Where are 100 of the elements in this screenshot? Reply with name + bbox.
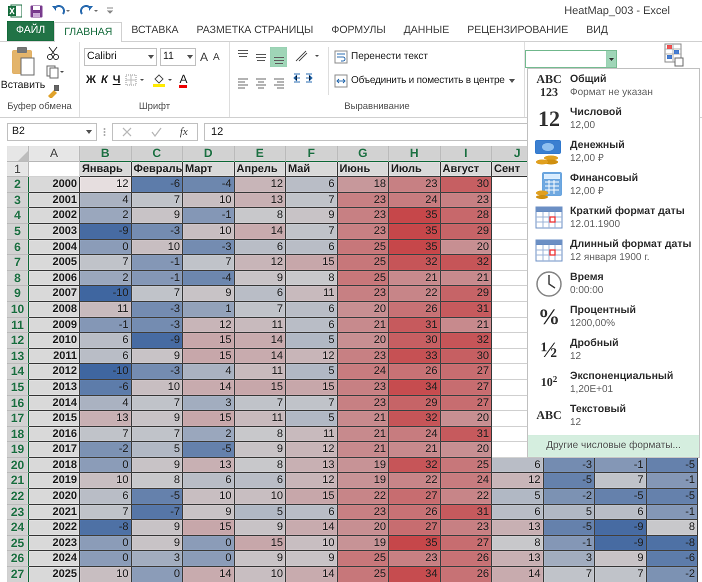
value-cell: 7 <box>234 396 286 412</box>
value-cell: 15 <box>183 348 234 364</box>
value-cell: -5 <box>544 473 595 490</box>
column-header[interactable]: E <box>234 146 286 162</box>
format-example: Формат не указан <box>570 86 653 100</box>
fill-color-icon[interactable] <box>152 73 174 88</box>
value-cell: 6 <box>80 348 132 364</box>
column-header[interactable]: I <box>440 146 492 162</box>
value-cell: -6 <box>80 380 132 396</box>
row-header[interactable]: 23 <box>7 504 29 520</box>
number-format-field[interactable] <box>525 50 617 68</box>
row-header[interactable]: 24 <box>7 520 29 536</box>
font-size-field[interactable]: 11 <box>160 48 196 66</box>
file-tab[interactable]: ФАЙЛ <box>7 21 54 41</box>
save-icon[interactable] <box>30 4 43 18</box>
column-header[interactable]: H <box>389 146 440 162</box>
row-header[interactable]: 8 <box>7 270 29 286</box>
paste-button[interactable]: Вставить <box>0 42 46 98</box>
column-label-cell: Апрель <box>234 162 286 178</box>
column-header[interactable]: F <box>286 146 338 162</box>
row-header[interactable]: 9 <box>7 286 29 302</box>
row-header[interactable]: 5 <box>7 224 29 240</box>
row-header[interactable]: 1 <box>7 162 29 178</box>
excel-app-icon[interactable] <box>8 4 22 18</box>
row-header[interactable]: 12 <box>7 333 29 349</box>
row-header[interactable]: 4 <box>7 208 29 224</box>
group-label: Выравнивание <box>343 100 411 114</box>
row-header[interactable]: 3 <box>7 192 29 208</box>
undo-icon[interactable] <box>51 5 71 17</box>
value-cell: 10 <box>132 240 183 256</box>
ribbon-tab[interactable]: ВИД <box>577 21 617 41</box>
number-format-option[interactable]: Длинный формат даты 12 января 1900 г. <box>528 234 699 267</box>
number-format-option[interactable]: ½ Дробный 12 <box>528 333 699 366</box>
row-header[interactable]: 15 <box>7 380 29 396</box>
ribbon-tab[interactable]: ДАННЫЕ <box>394 21 458 41</box>
value-cell: -1 <box>132 255 183 271</box>
value-cell: 15 <box>286 380 338 396</box>
more-formats-link[interactable]: Другие числовые форматы... <box>528 434 699 456</box>
italic-button[interactable]: К <box>100 72 108 88</box>
row-header[interactable]: 7 <box>7 255 29 271</box>
row-header[interactable]: 13 <box>7 348 29 364</box>
column-header[interactable]: G <box>338 146 389 162</box>
row-header[interactable]: 16 <box>7 396 29 412</box>
merge-center-button[interactable]: Объединить и поместить в центре <box>334 73 516 88</box>
row-header[interactable]: 20 <box>7 458 29 474</box>
value-cell: 7 <box>286 192 338 208</box>
row-header[interactable]: 6 <box>7 240 29 256</box>
value-cell: 9 <box>132 348 183 364</box>
column-header[interactable]: C <box>132 146 183 162</box>
column-header[interactable]: B <box>80 146 132 162</box>
ribbon-tab[interactable]: ГЛАВНАЯ <box>54 22 122 42</box>
ribbon-tab[interactable]: ФОРМУЛЫ <box>322 21 395 41</box>
row-header[interactable]: 14 <box>7 364 29 380</box>
row-header[interactable]: 2 <box>7 177 29 193</box>
row-header[interactable]: 18 <box>7 426 29 442</box>
ribbon-tab[interactable]: РЕЦЕНЗИРОВАНИЕ <box>458 21 578 41</box>
value-cell: 20 <box>338 520 389 536</box>
row-header[interactable]: 21 <box>7 473 29 490</box>
format-symbol: 10$^{2}$ <box>540 376 558 389</box>
year-cell: 2018 <box>29 458 80 474</box>
wrap-text-button[interactable]: Перенести текст <box>334 49 428 64</box>
value-cell: 10 <box>286 536 338 552</box>
value-cell: 0 <box>80 458 132 474</box>
row-header[interactable]: 25 <box>7 536 29 552</box>
font-color-button[interactable]: A <box>179 72 188 88</box>
font-name-field[interactable]: Calibri <box>84 48 157 66</box>
ribbon-tab[interactable]: РАЗМЕТКА СТРАНИЦЫ <box>187 21 322 41</box>
grow-font-button[interactable]: A <box>199 48 210 66</box>
number-format-option[interactable]: ABC 123 Общий Формат не указан <box>528 69 699 102</box>
value-cell: 10 <box>234 489 286 505</box>
redo-icon[interactable] <box>79 5 99 17</box>
number-format-option[interactable]: 10$^{2}$ Экспоненциальный 1,20E+01 <box>528 366 699 399</box>
value-cell: 8 <box>234 208 286 224</box>
column-header[interactable]: D <box>183 146 234 162</box>
bold-button[interactable]: Ж <box>86 72 96 88</box>
underline-button[interactable]: Ч <box>112 72 120 88</box>
insert-function-button[interactable]: fx <box>180 124 188 140</box>
value-cell: 14 <box>234 333 286 349</box>
ribbon-tab[interactable]: ВСТАВКА <box>122 21 188 41</box>
row-header[interactable]: 27 <box>7 567 29 582</box>
conditional-formatting-icon[interactable] <box>664 43 684 67</box>
vertical-align-button[interactable] <box>270 47 287 67</box>
row-header[interactable]: 11 <box>7 318 29 334</box>
shrink-font-button[interactable]: A <box>212 50 221 64</box>
value-cell: 27 <box>440 396 492 412</box>
value-cell: -3 <box>132 224 183 240</box>
number-format-option[interactable]: Краткий формат даты 12.01.1900 <box>528 201 699 234</box>
row-header[interactable]: 17 <box>7 411 29 427</box>
row-header[interactable]: 26 <box>7 551 29 568</box>
number-format-option[interactable]: Время 0:00:00 <box>528 267 699 300</box>
value-cell: 13 <box>183 458 234 474</box>
name-box[interactable]: B2 <box>7 123 97 141</box>
copy-icon[interactable] <box>46 65 64 79</box>
value-cell: 27 <box>440 536 492 552</box>
row-header[interactable]: 10 <box>7 302 29 318</box>
column-header[interactable]: A <box>29 146 80 162</box>
value-cell: 32 <box>440 333 492 349</box>
row-header[interactable]: 19 <box>7 442 29 458</box>
customize-toolbar-icon[interactable] <box>107 7 113 15</box>
row-header[interactable]: 22 <box>7 489 29 505</box>
